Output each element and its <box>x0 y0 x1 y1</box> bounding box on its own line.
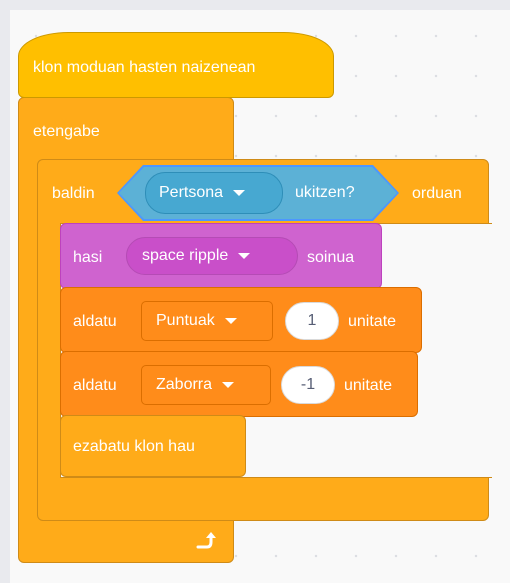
change-label: aldatu <box>73 377 117 394</box>
dropdown-arrow-icon <box>233 190 245 196</box>
variable-menu-value: Puntuak <box>156 312 215 329</box>
change-amount-value: -1 <box>300 376 316 393</box>
dropdown-arrow-icon <box>224 318 237 324</box>
sound-menu[interactable]: space ripple <box>126 237 298 275</box>
change-variable-block-puntuak[interactable]: aldatu Puntuak 1 unitate <box>60 287 422 353</box>
touching-object-menu[interactable]: Pertsona <box>145 172 283 214</box>
change-amount-value: 1 <box>307 312 317 329</box>
change-variable-block-zaborra[interactable]: aldatu Zaborra -1 unitate <box>60 351 418 417</box>
touching-label: ukitzen? <box>295 184 355 201</box>
loop-arrow-icon <box>193 530 217 557</box>
touching-object-value: Pertsona <box>159 184 224 201</box>
delete-clone-label: ezabatu klon hau <box>73 438 195 455</box>
hat-label: klon moduan hasten naizenean <box>33 59 256 76</box>
variable-menu-zaborra[interactable]: Zaborra <box>141 365 271 405</box>
sound-menu-value: space ripple <box>142 247 229 264</box>
unit-label: unitate <box>344 377 393 394</box>
sound-suffix-label: soinua <box>307 249 355 266</box>
then-label: orduan <box>412 185 462 202</box>
variable-menu-value: Zaborra <box>156 376 213 393</box>
dropdown-arrow-icon <box>238 253 251 259</box>
forever-label: etengabe <box>33 123 100 140</box>
if-label: baldin <box>52 185 95 202</box>
touching-condition-block[interactable]: Pertsona ukitzen? <box>119 167 397 219</box>
start-sound-label: hasi <box>73 249 103 266</box>
change-label: aldatu <box>73 313 117 330</box>
start-sound-block[interactable]: hasi space ripple soinua <box>60 223 382 289</box>
unit-label: unitate <box>348 313 397 330</box>
change-amount-input[interactable]: -1 <box>281 366 335 404</box>
dropdown-arrow-icon <box>222 382 235 388</box>
delete-clone-block[interactable]: ezabatu klon hau <box>60 415 246 477</box>
variable-menu-puntuak[interactable]: Puntuak <box>141 301 273 341</box>
change-amount-input[interactable]: 1 <box>285 302 339 340</box>
when-i-start-as-clone-block[interactable]: klon moduan hasten naizenean <box>18 32 334 98</box>
